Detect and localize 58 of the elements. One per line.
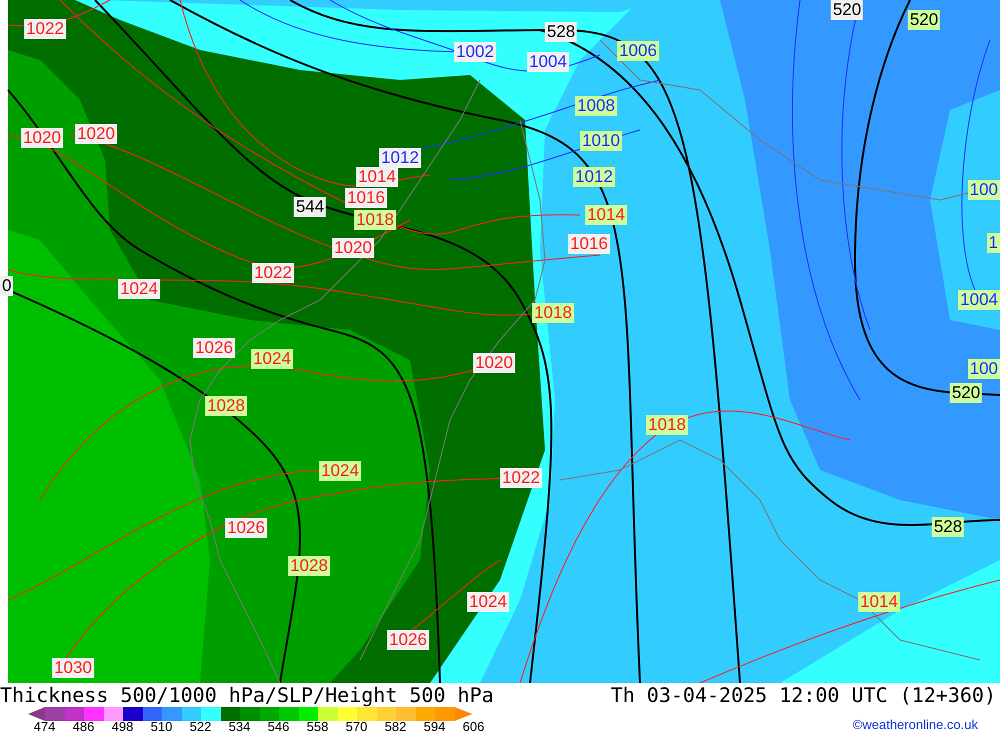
legend-label: 498 [110,720,134,733]
contour-label: 1006 [617,41,659,61]
contour-label: 1022 [24,19,66,39]
legend-label: 558 [306,720,330,733]
contour-label: 1012 [573,167,615,187]
contour-label: 1008 [575,96,617,116]
contour-label: 1014 [585,205,627,225]
contour-label: 1026 [193,338,235,358]
map-title: Thickness 500/1000 hPa/SLP/Height 500 hPa [0,685,494,705]
valid-time: Th 03-04-2025 12:00 UTC (12+360) [610,685,997,705]
legend-label: 534 [228,720,252,733]
contour-label: 1024 [251,349,293,369]
contour-label: 520 [830,0,864,20]
contour-label: 1010 [580,131,622,151]
contour-label: 1020 [473,353,515,373]
legend-label: 474 [32,720,56,733]
contour-label: 1024 [467,592,509,612]
legend-label: 606 [462,720,486,733]
contour-label: 1024 [118,279,160,299]
contour-label: 1004 [958,290,1000,310]
contour-label: 100 [968,359,1000,379]
contour-label: 1018 [354,210,396,230]
contour-label: 1018 [532,303,574,323]
legend-label: 582 [384,720,408,733]
contour-label: 1022 [500,468,542,488]
contour-label: 1026 [225,518,267,538]
legend-label: 594 [422,720,446,733]
contour-label: 0 [0,276,14,296]
legend-label: 546 [266,720,290,733]
contour-label: 1018 [646,415,688,435]
contour-label: 1002 [454,42,496,62]
contour-label: 1014 [356,167,398,187]
contour-label: 1 [986,233,1000,253]
legend-label: 570 [344,720,368,733]
contour-label: 1030 [52,658,94,678]
contour-label: 1016 [345,188,387,208]
contour-label: 1014 [858,592,900,612]
contour-label: 1024 [319,461,361,481]
legend-label: 510 [150,720,174,733]
legend-label: 522 [188,720,212,733]
contour-label: 1016 [568,234,610,254]
contour-label: 100 [968,180,1000,200]
credit-link[interactable]: ©weatheronline.co.uk [852,715,978,733]
contour-label: 1022 [252,263,294,283]
contour-label: 1004 [527,52,569,72]
contour-label: 520 [908,10,940,30]
contour-label: 1020 [21,128,63,148]
contour-label: 1020 [332,238,374,258]
contour-label: 520 [950,383,982,403]
contour-label: 1020 [75,124,117,144]
legend-label: 486 [72,720,96,733]
contour-label: 1012 [379,148,421,168]
contour-label: 544 [294,197,326,217]
contour-label: 1028 [205,396,247,416]
contour-label: 1028 [288,556,330,576]
contour-label: 1026 [387,630,429,650]
contour-label: 528 [932,517,964,537]
contour-label: 528 [544,22,578,42]
